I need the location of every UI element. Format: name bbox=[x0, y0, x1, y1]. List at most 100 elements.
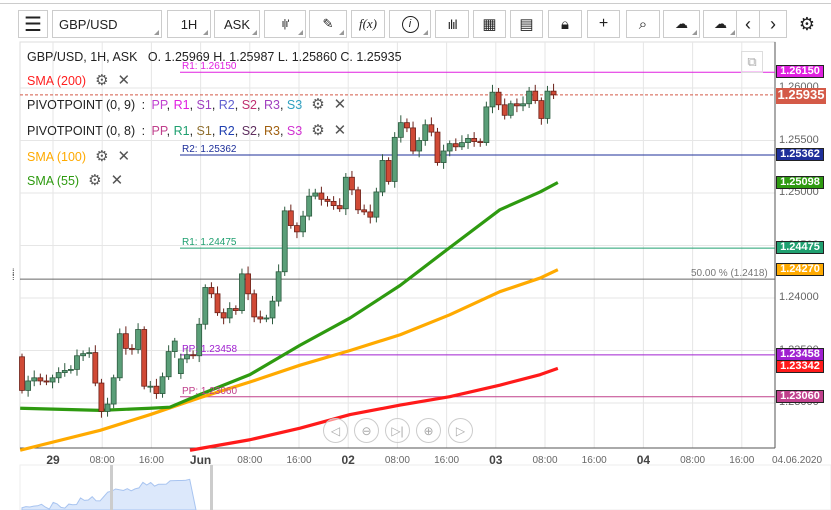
price-type-select[interactable]: ASK bbox=[214, 10, 260, 38]
candlestick-type-icon: ı|ı' bbox=[281, 18, 289, 30]
zoom-button[interactable]: ⌕ bbox=[626, 10, 660, 38]
candle-body bbox=[361, 209, 368, 213]
candle-body bbox=[300, 215, 306, 233]
crosshair-button[interactable]: + bbox=[587, 10, 620, 38]
scroll-left-button[interactable]: ◁ bbox=[323, 418, 348, 443]
info-button[interactable]: i bbox=[389, 10, 431, 38]
chevron-right-icon: › bbox=[770, 13, 776, 34]
close-icon[interactable]: ✕ bbox=[118, 73, 131, 88]
drag-handle[interactable]: ⁞ ⁞ bbox=[12, 268, 15, 282]
pivot9-label: PIVOTPOINT (0, 9) bbox=[27, 97, 136, 112]
sma-price-tag: 1.25098 bbox=[776, 175, 824, 189]
close-icon[interactable]: ✕ bbox=[334, 97, 347, 112]
sma-price-tag: 1.23342 bbox=[776, 360, 824, 374]
time-axis-label: 03 bbox=[489, 453, 503, 467]
lock-button[interactable]: 🔒︎ bbox=[548, 10, 582, 38]
candle-body bbox=[257, 316, 264, 320]
time-axis-label: 02 bbox=[341, 453, 355, 467]
calendar-button[interactable]: ▦ bbox=[473, 10, 506, 38]
price-axis-label: 1.25500 bbox=[779, 133, 819, 146]
candle-body bbox=[116, 333, 123, 379]
candle-body bbox=[526, 90, 533, 105]
zoom-in-button[interactable]: ⊕ bbox=[416, 418, 441, 443]
scroll-left-icon: ◁ bbox=[330, 423, 341, 438]
candle-body bbox=[269, 300, 276, 319]
candle-body bbox=[153, 385, 160, 394]
legend-sma200: SMA (200) ⚙ ✕ bbox=[27, 73, 130, 88]
candle-body bbox=[226, 308, 233, 319]
report-button[interactable]: ▤ bbox=[510, 10, 543, 38]
gear-icon[interactable]: ⚙ bbox=[95, 73, 108, 88]
gear-icon[interactable]: ⚙ bbox=[311, 123, 324, 138]
date-label: 04.06.2020 bbox=[771, 455, 823, 466]
expand-button[interactable]: ⧉ bbox=[741, 51, 763, 73]
candle-body bbox=[147, 385, 154, 388]
gear-icon[interactable]: ⚙ bbox=[88, 173, 101, 188]
pivot-level-label: R1: 1.24475 bbox=[182, 237, 237, 249]
draw-button[interactable]: ✎ bbox=[309, 10, 347, 38]
time-axis-label: 16:00 bbox=[286, 455, 312, 466]
candle-body bbox=[31, 377, 38, 382]
candle-body bbox=[232, 308, 239, 311]
download-button[interactable]: ☁ bbox=[703, 10, 738, 38]
symbol-value: GBP/USD bbox=[59, 16, 118, 32]
price-type-value: ASK bbox=[223, 16, 250, 32]
candle-body bbox=[367, 211, 374, 218]
pivot-item-s2: S2 bbox=[241, 123, 257, 138]
scroll-end-button[interactable]: ▷| bbox=[385, 418, 410, 443]
pivot-price-tag: 1.25362 bbox=[776, 147, 824, 161]
candle-body bbox=[336, 205, 343, 210]
candle-body bbox=[550, 90, 557, 96]
close-icon[interactable]: ✕ bbox=[334, 123, 347, 138]
chevron-left-icon: ‹ bbox=[745, 13, 751, 34]
indicators-button[interactable]: f(x) bbox=[351, 10, 385, 38]
pivot8-label: PIVOTPOINT (0, 8) bbox=[27, 123, 136, 138]
close-icon[interactable]: ✕ bbox=[111, 173, 124, 188]
chart-type-button[interactable]: ı|ı' bbox=[264, 10, 306, 38]
sma-price-tag: 1.24270 bbox=[776, 262, 824, 276]
candle-body bbox=[208, 287, 215, 295]
candle-body bbox=[37, 377, 44, 382]
volume-button[interactable]: ılıl bbox=[435, 10, 469, 38]
forward-button[interactable]: › bbox=[759, 10, 787, 38]
candle-body bbox=[43, 380, 50, 383]
menu-button[interactable]: ☰ bbox=[18, 10, 48, 38]
gear-icon[interactable]: ⚙ bbox=[95, 149, 108, 164]
pivot-separator: : bbox=[138, 123, 149, 138]
pivot-item-s3: S3 bbox=[286, 97, 303, 112]
candle-body bbox=[532, 90, 539, 102]
legend-pivot8: PIVOTPOINT (0, 8) : PP, R1, S1, R2, S2, … bbox=[27, 123, 346, 138]
candle-body bbox=[379, 160, 386, 193]
pivot-item-s3: S3 bbox=[286, 123, 303, 138]
candle-body bbox=[220, 312, 227, 319]
candle-body bbox=[514, 103, 520, 107]
candle-body bbox=[495, 91, 502, 106]
candle-body bbox=[104, 403, 111, 412]
candle-body bbox=[544, 90, 551, 119]
back-button[interactable]: ‹ bbox=[736, 10, 760, 38]
pivot-item-r1: R1 bbox=[173, 97, 190, 112]
symbol-input[interactable]: GBP/USD bbox=[52, 10, 162, 38]
candle-body bbox=[489, 91, 496, 108]
scroll-right-button[interactable]: ▷ bbox=[448, 418, 473, 443]
candle-body bbox=[55, 372, 62, 379]
settings-button[interactable]: ⚙ bbox=[793, 10, 821, 38]
gear-icon[interactable]: ⚙ bbox=[311, 97, 324, 112]
time-axis-label: 04 bbox=[636, 453, 651, 467]
candle-body bbox=[410, 127, 416, 152]
candle-body bbox=[80, 353, 86, 357]
timeframe-select[interactable]: 1H bbox=[167, 10, 211, 38]
close-icon[interactable]: ✕ bbox=[118, 149, 131, 164]
candle-body bbox=[98, 382, 105, 412]
candle-body bbox=[422, 124, 429, 141]
zoom-out-button[interactable]: ⊖ bbox=[354, 418, 379, 443]
navigator-handle-left bbox=[110, 465, 113, 510]
legend-pivot9: PIVOTPOINT (0, 9) : PP, R1, S1, R2, S2, … bbox=[27, 97, 346, 112]
upload-button[interactable]: ☁ bbox=[663, 10, 700, 38]
candle-body bbox=[428, 124, 435, 133]
cloud-download-icon: ☁ bbox=[714, 16, 727, 31]
candle-body bbox=[19, 356, 25, 391]
candle-body bbox=[306, 195, 313, 217]
top-divider bbox=[0, 3, 831, 4]
candle-body bbox=[471, 138, 478, 142]
